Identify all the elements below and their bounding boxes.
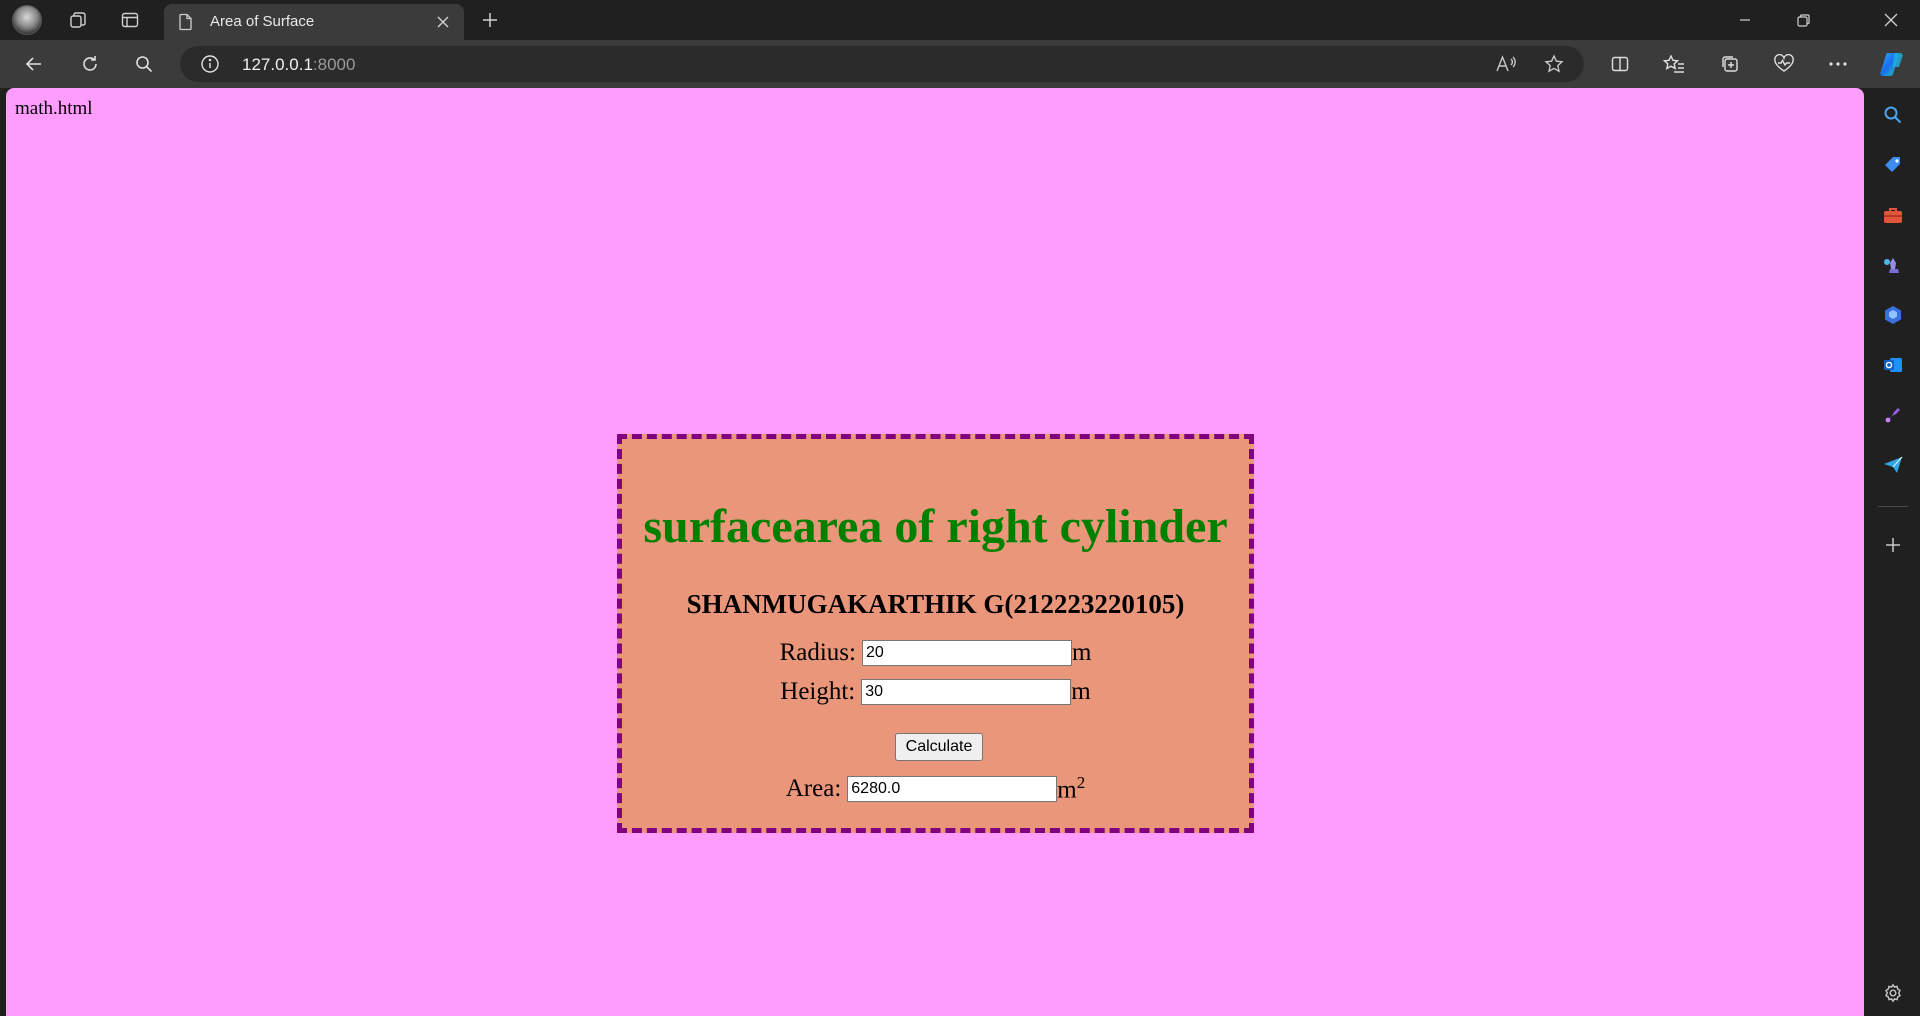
tab-strip: Area of Surface <box>0 0 1920 40</box>
area-unit-base: m <box>1057 776 1077 804</box>
restore-icon[interactable] <box>1774 0 1832 40</box>
site-info-icon[interactable] <box>200 54 220 79</box>
send-paper-plane-icon[interactable] <box>1877 449 1909 481</box>
favorite-star-icon[interactable] <box>1538 48 1570 80</box>
sidebar-divider <box>1878 506 1908 507</box>
area-unit: m2 <box>1057 773 1085 804</box>
search-icon[interactable] <box>128 48 160 80</box>
edge-sidebar <box>1866 88 1920 1016</box>
close-tab-icon[interactable] <box>432 11 454 33</box>
minimize-icon[interactable] <box>1716 0 1774 40</box>
sidebar-search-icon[interactable] <box>1877 99 1909 131</box>
url-host: 127.0.0.1 <box>242 55 313 74</box>
author-heading: SHANMUGAKARTHIK G(212223220105) <box>686 589 1185 619</box>
favorites-icon[interactable] <box>1658 48 1690 80</box>
copilot-icon[interactable] <box>1876 48 1908 80</box>
height-input[interactable] <box>861 679 1072 705</box>
address-bar[interactable]: 127.0.0.1:8000 <box>180 46 1584 82</box>
sidebar-settings-gear-icon[interactable] <box>1877 977 1909 1009</box>
height-unit: m <box>1071 678 1091 705</box>
collections-icon[interactable] <box>1714 48 1746 80</box>
area-label: Area: <box>785 774 842 802</box>
document-icon <box>178 13 194 36</box>
designer-icon[interactable] <box>1877 399 1909 431</box>
back-arrow-icon[interactable] <box>18 48 50 80</box>
calculator-card: surfacearea of right cylinder SHANMUGAKA… <box>617 434 1254 833</box>
area-unit-exponent: 2 <box>1076 773 1086 792</box>
profile-avatar[interactable] <box>12 5 42 35</box>
read-aloud-icon[interactable] <box>1490 48 1522 80</box>
tab-area-of-surface[interactable]: Area of Surface <box>164 4 464 40</box>
radius-input[interactable] <box>861 640 1072 666</box>
radius-field-row: Radius: m <box>622 639 1249 667</box>
tools-briefcase-icon[interactable] <box>1877 199 1909 231</box>
area-field-row: Area: m2 <box>622 773 1249 804</box>
area-output[interactable] <box>847 775 1058 802</box>
more-options-icon[interactable] <box>1822 48 1854 80</box>
height-field-row: Height: m <box>622 678 1249 706</box>
browser-essentials-icon[interactable] <box>1768 48 1800 80</box>
tab-actions-icon[interactable] <box>114 4 146 36</box>
outlook-icon[interactable] <box>1877 349 1909 381</box>
radius-unit: m <box>1071 639 1092 666</box>
new-tab-icon[interactable] <box>474 4 506 36</box>
workspaces-icon[interactable] <box>62 4 94 36</box>
reload-icon[interactable] <box>74 48 106 80</box>
url-port: :8000 <box>312 55 356 74</box>
calculate-button[interactable]: Calculate <box>895 733 983 761</box>
tab-title: Area of Surface <box>210 13 315 30</box>
browser-toolbar: 127.0.0.1:8000 <box>0 40 1920 88</box>
file-name-text: math.html <box>15 98 93 119</box>
url-text: 127.0.0.1:8000 <box>242 55 355 75</box>
radius-label: Radius: <box>779 639 856 666</box>
height-label: Height: <box>780 678 856 705</box>
games-chess-icon[interactable] <box>1877 249 1909 281</box>
close-window-icon[interactable] <box>1862 0 1920 40</box>
page-heading: surfacearea of right cylinder <box>643 500 1228 553</box>
shopping-tag-icon[interactable] <box>1877 149 1909 181</box>
add-sidebar-app-icon[interactable] <box>1877 529 1909 561</box>
copilot-sidebar-icon[interactable] <box>1877 299 1909 331</box>
page-viewport: math.html surfacearea of right cylinder … <box>6 88 1864 1016</box>
split-screen-icon[interactable] <box>1604 48 1636 80</box>
